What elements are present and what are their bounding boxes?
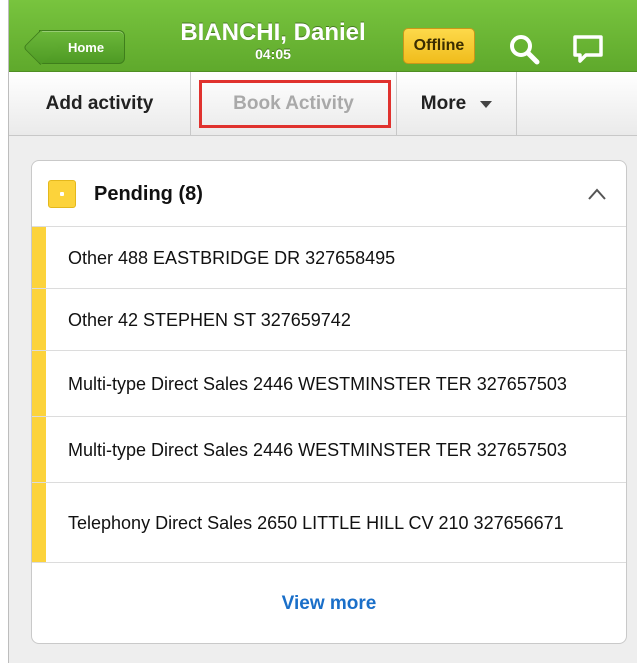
list-item[interactable]: Telephony Direct Sales 2650 LITTLE HILL … — [32, 483, 626, 563]
pending-status-icon — [48, 180, 76, 208]
customer-name: BIANCHI, Daniel — [180, 19, 366, 46]
pending-title: Pending (8) — [94, 183, 203, 205]
list-item[interactable]: Multi-type Direct Sales 2446 WESTMINSTER… — [32, 351, 626, 417]
list-item-text: Multi-type Direct Sales 2446 WESTMINSTER… — [68, 439, 567, 460]
app-frame: Home BIANCHI, Daniel 04:05 Offline Add a… — [8, 0, 637, 663]
search-icon[interactable] — [507, 32, 541, 66]
list-item[interactable]: Other 488 EASTBRIDGE DR 327658495 — [32, 227, 626, 289]
list-item-text: Multi-type Direct Sales 2446 WESTMINSTER… — [68, 373, 567, 394]
timer: 04:05 — [255, 46, 291, 62]
more-label: More — [420, 93, 467, 114]
chat-icon[interactable] — [571, 32, 605, 66]
home-button-label: Home — [67, 39, 105, 55]
list-item[interactable]: Other 42 STEPHEN ST 327659742 — [32, 289, 626, 351]
book-activity-button[interactable]: Book Activity — [191, 72, 397, 136]
pending-header[interactable]: Pending (8) — [32, 161, 626, 227]
action-toolbar: Add activity Book Activity More — [9, 72, 637, 136]
offline-badge[interactable]: Offline — [403, 28, 475, 64]
caret-down-icon — [480, 100, 493, 108]
view-more-link[interactable]: View more — [32, 563, 626, 643]
list-item-text: Other 488 EASTBRIDGE DR 327658495 — [68, 247, 396, 268]
list-item-text: Other 42 STEPHEN ST 327659742 — [68, 309, 351, 330]
chevron-up-icon[interactable] — [586, 185, 608, 203]
home-button[interactable]: Home — [39, 30, 125, 64]
add-activity-button[interactable]: Add activity — [9, 72, 191, 136]
list-item[interactable]: Multi-type Direct Sales 2446 WESTMINSTER… — [32, 417, 626, 483]
more-menu-button[interactable]: More — [397, 72, 517, 136]
pending-card: Pending (8) Other 488 EASTBRIDGE DR 3276… — [31, 160, 627, 644]
list-item-text: Telephony Direct Sales 2650 LITTLE HILL … — [68, 512, 564, 533]
header-bar: Home BIANCHI, Daniel 04:05 Offline — [9, 0, 637, 72]
